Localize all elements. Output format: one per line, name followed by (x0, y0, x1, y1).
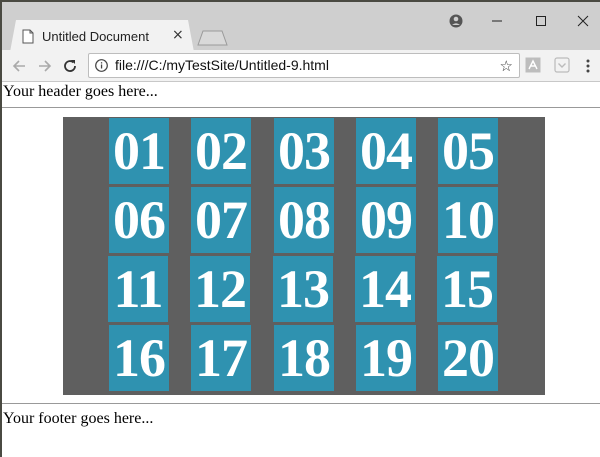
maximize-icon[interactable] (527, 10, 555, 32)
browser-toolbar: file:///C:/myTestSite/Untitled-9.html ☆ (2, 50, 600, 82)
star-icon[interactable]: ☆ (500, 57, 513, 75)
account-icon[interactable] (442, 10, 470, 32)
tile-2: 02 (191, 118, 251, 184)
page-footer: Your footer goes here... (3, 410, 154, 427)
info-icon[interactable] (95, 59, 108, 72)
tile-gallery: 01 02 03 04 05 06 07 08 09 10 11 12 13 14 15 16 17 18 19 20 (63, 117, 545, 395)
tile-15: 15 (437, 256, 497, 322)
tile-9: 09 (356, 187, 416, 253)
tile-6: 06 (109, 187, 169, 253)
tile-17: 17 (191, 325, 251, 391)
minimize-icon[interactable] (483, 10, 511, 32)
kebab-menu-icon[interactable] (585, 58, 591, 74)
tab-title: Untitled Document (42, 29, 149, 44)
tile-12: 12 (190, 256, 250, 322)
address-bar[interactable]: file:///C:/myTestSite/Untitled-9.html ☆ (88, 53, 520, 78)
tile-1: 01 (109, 118, 169, 184)
tile-7: 07 (191, 187, 251, 253)
tile-16: 16 (109, 325, 169, 391)
page-icon (22, 29, 34, 44)
tile-10: 10 (438, 187, 498, 253)
tile-4: 04 (356, 118, 416, 184)
tab-close-button[interactable]: × (172, 27, 184, 43)
close-icon[interactable] (569, 10, 597, 32)
footer-divider (2, 403, 600, 404)
tile-5: 05 (438, 118, 498, 184)
tile-8: 08 (274, 187, 334, 253)
forward-arrow-icon[interactable] (35, 56, 55, 76)
tile-3: 03 (274, 118, 334, 184)
url-text: file:///C:/myTestSite/Untitled-9.html (115, 57, 329, 73)
reload-icon[interactable] (60, 56, 80, 76)
tile-18: 18 (274, 325, 334, 391)
pocket-extension-icon[interactable] (554, 57, 570, 73)
browser-titlebar: Untitled Document × (2, 2, 600, 52)
page-header: Your header goes here... (3, 83, 158, 100)
pdf-extension-icon[interactable] (525, 57, 541, 73)
back-arrow-icon[interactable] (9, 56, 29, 76)
header-divider (2, 107, 600, 108)
tile-13: 13 (273, 256, 333, 322)
page-content: Your header goes here... 01 02 03 04 05 06 07 0… (2, 83, 600, 457)
tile-11: 11 (108, 256, 168, 322)
tile-14: 14 (355, 256, 415, 322)
tile-19: 19 (356, 325, 416, 391)
tile-20: 20 (438, 325, 498, 391)
new-tab-button[interactable] (197, 30, 229, 46)
